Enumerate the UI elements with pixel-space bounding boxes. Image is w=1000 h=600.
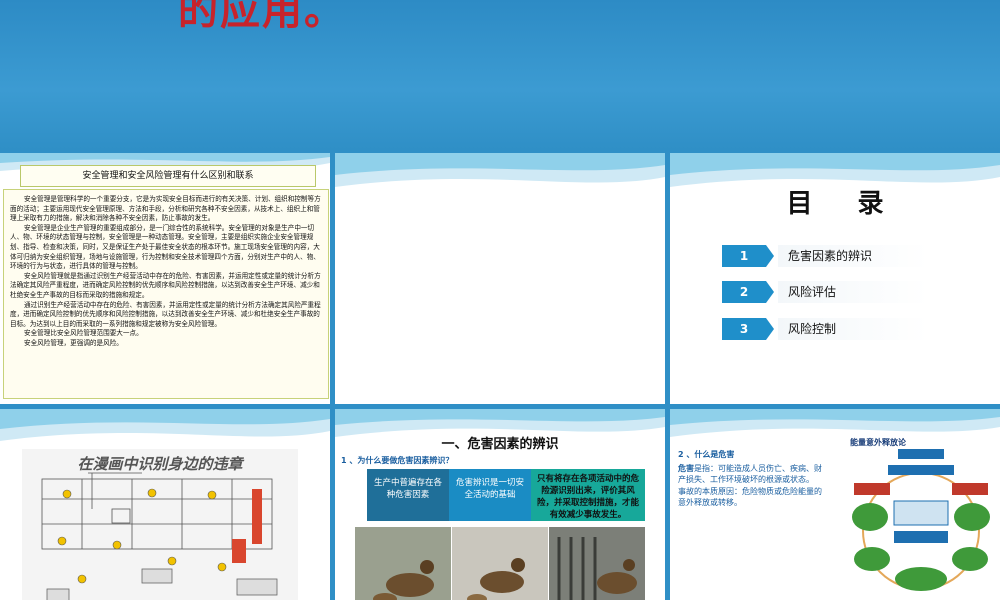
paragraph: 安全风险管理就是指通过识别生产经营活动中存在的危险、有害因素，并运用定性或定量的…	[10, 271, 321, 299]
toc-item-2[interactable]: 2 风险评估	[722, 281, 932, 303]
slide-thumbnail-5[interactable]: 一、危害因素的辨识 1 、为什么要做危害因素辨识？ 生产中普遍存在各种危害因素 …	[335, 409, 665, 600]
drain-grate-photo-icon	[549, 527, 645, 600]
duck-photo-icon	[355, 527, 451, 600]
section-title: 一、危害因素的辨识	[441, 437, 559, 452]
toc-number: 3	[722, 318, 774, 340]
slide-thumbnail-2[interactable]	[335, 153, 665, 404]
section-subtitle: 1 、为什么要做危害因素辨识？	[341, 456, 454, 465]
reason-box-2: 危害辨识是一切安全活动的基础	[449, 469, 531, 521]
reason-box-3: 只有将存在各项活动中的危险源识别出来，评价其风险，并采取控制措施，才能有效减少事…	[531, 469, 645, 521]
definition-text: 是指：可能造成人员伤亡、疾病、财产损失、工作环境破坏的根源或状态。	[678, 464, 822, 485]
duck-photo-icon	[452, 527, 548, 600]
accident-essence: 事故的本质原因：危险物质或危险能量的意外释放或转移。	[678, 486, 822, 508]
slide-thumbnail-6[interactable]: 2 、什么是危害 危害是指：可能造成人员伤亡、疾病、财产损失、工作环境破坏的根源…	[670, 409, 1000, 600]
slide-thumbnail-1[interactable]: 安全管理和安全风险管理有什么区别和联系 安全管理是管理科学的一个重要分支，它是为…	[0, 153, 330, 404]
reason-box-1: 生产中普遍存在各种危害因素	[367, 469, 449, 521]
slide1-body: 安全管理是管理科学的一个重要分支，它是为实现安全目标而进行的有关决策、计划、组织…	[3, 189, 329, 399]
header-swoosh	[0, 409, 330, 441]
duck-photo-2	[452, 527, 548, 600]
hazard-definition: 危害是指：可能造成人员伤亡、疾病、财产损失、工作环境破坏的根源或状态。 事故的本…	[678, 463, 824, 509]
header-swoosh	[335, 153, 665, 187]
duck-photo-1	[355, 527, 451, 600]
duck-photo-3	[549, 527, 645, 600]
slide1-title: 安全管理和安全风险管理有什么区别和联系	[20, 165, 316, 187]
toc-label: 危害因素的辨识	[778, 245, 928, 267]
diagram-title: 能量意外释放论	[850, 438, 906, 447]
toc-number: 2	[722, 281, 774, 303]
paragraph: 安全管理是企业生产管理的重要组成部分，是一门综合性的系统科学。安全管理的对象是生…	[10, 223, 320, 271]
toc-item-3[interactable]: 3 风险控制	[722, 318, 932, 340]
definition-label: 危害	[678, 464, 694, 473]
toc-item-1[interactable]: 1 危害因素的辨识	[722, 245, 932, 267]
paragraph: 安全管理是管理科学的一个重要分支，它是为实现安全目标而进行的有关决策、计划、组织…	[10, 195, 321, 223]
toc-label: 风险控制	[778, 318, 928, 340]
paragraph: 安全风险管理，更强调的是风险。	[24, 338, 123, 347]
paragraph: 通过识别生产经营活动中存在的危险、有害因素，并运用定性或定量的统计分析方法确定其…	[10, 300, 321, 328]
cartoon-illustration: 在漫画中识别身边的违章	[22, 449, 298, 600]
toc-label: 风险评估	[778, 281, 928, 303]
slide-thumbnail-3[interactable]: 目 录 1 危害因素的辨识 2 风险评估 3 风险控制	[670, 153, 1000, 404]
slide-thumbnail-4[interactable]: 在漫画中识别身边的违章	[0, 409, 330, 600]
toc-number: 1	[722, 245, 774, 267]
energy-release-diagram	[852, 449, 990, 591]
top-banner: 的应用。	[0, 0, 1000, 150]
paragraph: 安全管理比安全风险管理范围要大一点。	[24, 329, 143, 338]
cartoon-title: 在漫画中识别身边的违章	[77, 455, 243, 473]
hazard-heading: 2 、什么是危害	[678, 450, 735, 459]
banner-title: 的应用。	[178, 0, 346, 34]
toc-title: 目 录	[786, 189, 902, 219]
header-swoosh	[670, 409, 1000, 437]
